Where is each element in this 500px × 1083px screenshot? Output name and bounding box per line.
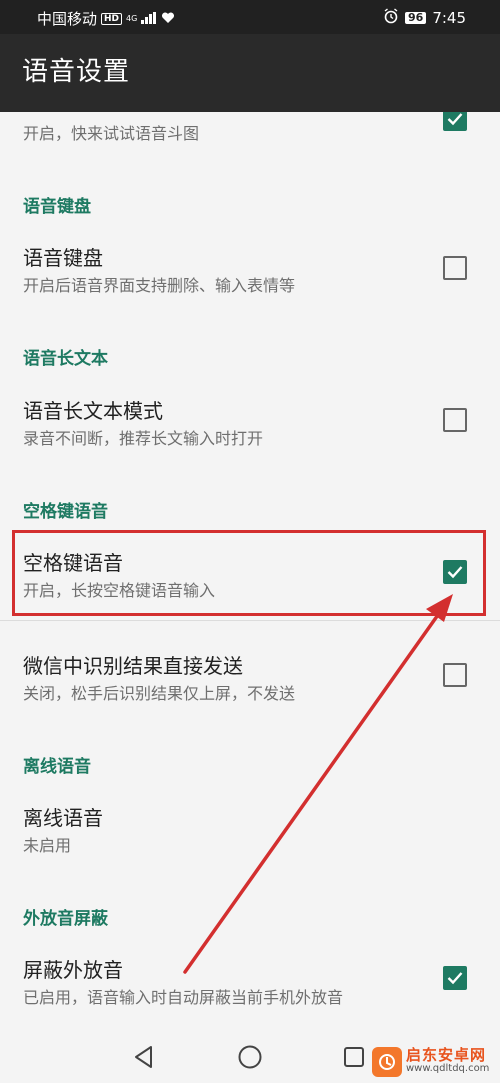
voice-keyboard-checkbox[interactable] (443, 256, 467, 280)
page-title: 语音设置 (22, 57, 131, 87)
voice-keyboard-title[interactable]: 语音键盘 (23, 242, 103, 271)
network-type: 4G (126, 13, 138, 23)
wechat-direct-send-title[interactable]: 微信中识别结果直接发送 (23, 650, 243, 679)
section-header-long-text: 语音长文本 (23, 349, 108, 369)
watermark-text: 启东安卓网 www.qdltdq.com (406, 1046, 490, 1075)
status-right: 96 7:45 (383, 8, 466, 28)
long-text-mode-checkbox[interactable] (443, 408, 467, 432)
check-icon (447, 113, 463, 126)
home-button[interactable] (237, 1044, 263, 1070)
home-circle-icon (238, 1045, 262, 1069)
voice-keyboard-summary: 开启后语音界面支持删除、输入表情等 (23, 276, 296, 295)
clock: 7:45 (432, 9, 466, 27)
recents-square-icon (344, 1047, 364, 1067)
section-header-offline-voice: 离线语音 (23, 757, 91, 777)
row-divider (0, 620, 500, 621)
settings-list[interactable]: 开启，快来试试语音斗图 语音键盘 语音键盘 开启后语音界面支持删除、输入表情等 … (0, 112, 500, 1030)
recents-button[interactable] (341, 1044, 367, 1070)
block-speaker-title[interactable]: 屏蔽外放音 (23, 954, 123, 983)
alarm-icon (383, 8, 399, 28)
watermark-logo-icon (372, 1047, 402, 1077)
offline-voice-summary: 未启用 (23, 836, 72, 855)
watermark-url: www.qdltdq.com (406, 1063, 490, 1074)
space-voice-title[interactable]: 空格键语音 (23, 547, 123, 576)
watermark: 启东安卓网 www.qdltdq.com (372, 1044, 496, 1080)
back-button[interactable] (131, 1044, 157, 1070)
space-voice-checkbox[interactable] (443, 560, 467, 584)
long-text-mode-title[interactable]: 语音长文本模式 (23, 395, 163, 424)
app-bar: 语音设置 (0, 34, 500, 112)
signal-icon (141, 10, 157, 28)
voice-emoji-checkbox[interactable] (443, 112, 467, 131)
heart-icon (161, 10, 175, 28)
block-speaker-checkbox[interactable] (443, 966, 467, 990)
status-left: 中国移动 HD 4G (37, 8, 175, 29)
wechat-direct-send-summary: 关闭，松手后识别结果仅上屏，不发送 (23, 684, 296, 703)
space-voice-summary: 开启，长按空格键语音输入 (23, 581, 216, 600)
wechat-direct-send-checkbox[interactable] (443, 663, 467, 687)
long-text-mode-summary: 录音不间断，推荐长文输入时打开 (23, 429, 264, 448)
carrier-name: 中国移动 (37, 10, 98, 28)
block-speaker-summary: 已启用，语音输入时自动屏蔽当前手机外放音 (23, 988, 344, 1007)
check-icon (447, 566, 463, 579)
section-header-voice-keyboard: 语音键盘 (23, 197, 91, 217)
hd-badge: HD (101, 12, 123, 25)
status-bar: 中国移动 HD 4G 96 7:45 (0, 0, 500, 34)
section-header-speaker-block: 外放音屏蔽 (23, 909, 108, 929)
check-icon (447, 972, 463, 985)
back-triangle-icon (135, 1046, 152, 1068)
voice-emoji-summary: 开启，快来试试语音斗图 (23, 124, 200, 143)
offline-voice-title[interactable]: 离线语音 (23, 802, 103, 831)
battery-indicator: 96 (405, 12, 427, 24)
watermark-name: 启东安卓网 (406, 1046, 487, 1064)
section-header-space-voice: 空格键语音 (23, 502, 108, 522)
